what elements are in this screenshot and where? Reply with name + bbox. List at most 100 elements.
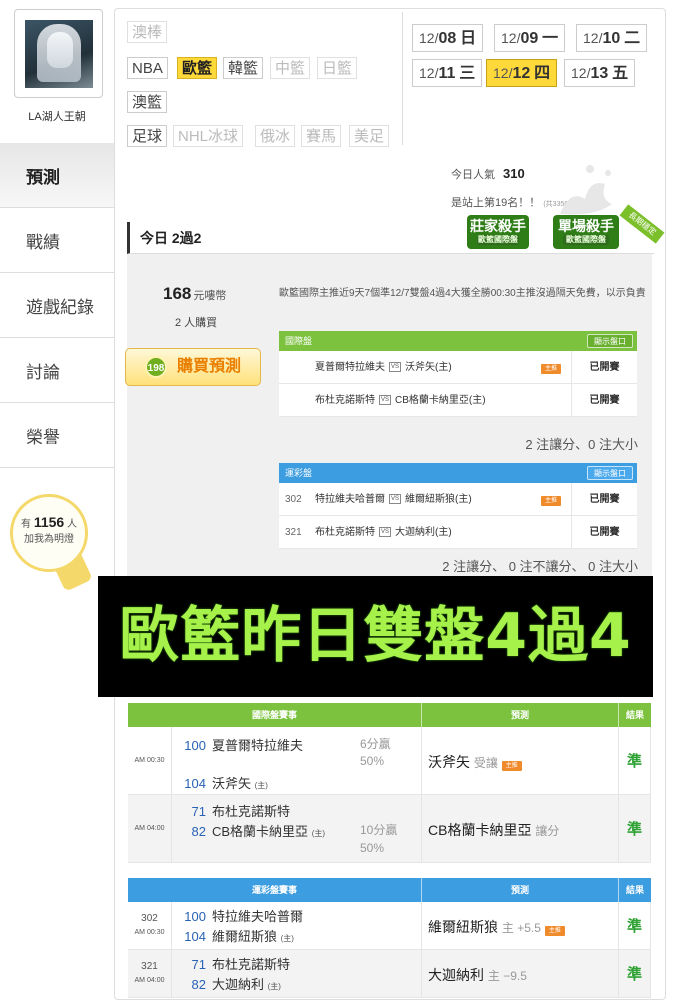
lottery-pan: 運彩盤 顯示盤口 302 特拉維夫哈普爾 VS 維爾紐斯狼(主) 主推 已開賽 32… xyxy=(279,463,637,549)
date-1208[interactable]: 12/08 日 xyxy=(412,24,484,52)
date-1212[interactable]: 12/12 四 xyxy=(486,59,558,87)
intl-show-odds-button[interactable]: 顯示盤口 xyxy=(587,334,633,348)
coin-icon: 198 xyxy=(144,355,167,378)
fans-count: 1156 xyxy=(33,514,65,530)
date-selector: 12/08 日 12/09 一 12/10 二 12/11 三 12/12 四 … xyxy=(402,12,664,145)
pick: 維爾紐斯狼 xyxy=(428,919,498,935)
result-hit: 準 xyxy=(619,950,651,997)
team-home: 大迦納利 xyxy=(212,977,265,992)
follow-lightbulb[interactable]: 有 1156 人 加我為明燈 xyxy=(10,494,88,572)
featured-tag: 主推 xyxy=(544,926,565,936)
lottery-match-row: 302 特拉維夫哈普爾 VS 維爾紐斯狼(主) 主推 已開賽 xyxy=(279,483,637,516)
vs-icon: VS xyxy=(389,362,402,373)
table-row: AM 00:30 100 夏普爾特拉維夫 104 沃斧矢 (主) 6分贏 50% 沃… xyxy=(128,727,651,795)
nav-record[interactable]: 戰績 xyxy=(0,208,114,273)
intl-match-row: 布杜克諾斯特 VS CB格蘭卡納里亞(主) 已開賽 xyxy=(279,384,637,417)
pick: 沃斧矢 xyxy=(428,754,470,770)
sport-aus-basketball[interactable]: 澳籃 xyxy=(127,91,168,113)
team-away: 布杜克諾斯特 xyxy=(212,804,291,819)
team-home: 沃斧矢 xyxy=(212,776,252,791)
lottery-result-table: 運彩盤賽事 預測 結果 302 AM 00:30 100 特拉維夫哈普爾 104 維爾… xyxy=(128,878,651,998)
splash-decoration-icon xyxy=(560,165,612,215)
intl-result-table: 國際盤賽事 預測 結果 AM 00:30 100 夏普爾特拉維夫 104 沃斧矢 (… xyxy=(128,703,651,863)
username[interactable]: LA湖人王朝 xyxy=(0,108,114,124)
nav-predict[interactable]: 預測 xyxy=(0,143,114,208)
match-number: 321 xyxy=(141,960,158,972)
team-home: CB格蘭卡納里亞 xyxy=(212,824,309,839)
col-result: 結果 xyxy=(625,710,644,720)
fans-suffix: 人 xyxy=(66,519,77,530)
handicap-pct: 50% xyxy=(360,754,385,768)
sport-euro-basketball[interactable]: 歐籃 xyxy=(177,57,218,79)
sport-china-basketball[interactable]: 中籃 xyxy=(270,57,311,79)
vs-icon: VS xyxy=(379,527,392,538)
fans-prefix: 有 xyxy=(21,519,32,530)
buy-prediction-button[interactable]: 198 購買預測 xyxy=(125,348,261,386)
sport-football[interactable]: 足球 xyxy=(127,125,168,147)
date-1210[interactable]: 12/10 二 xyxy=(576,24,648,52)
prediction-card: 168 元嘍幣 2 人購買 198 購買預測 歐籃國際主推近9天7個準12/7雙盤4… xyxy=(125,254,652,589)
col-match: 運彩盤賽事 xyxy=(128,878,422,902)
featured-tag: 主推 xyxy=(501,761,522,771)
table-row: 302 AM 00:30 100 特拉維夫哈普爾 104 維爾紐斯狼 (主) 維爾紐斯… xyxy=(128,902,651,950)
promo-banner: 歐籃昨日雙盤4過4 xyxy=(98,576,653,697)
handicap-line: 6分贏 xyxy=(360,737,391,751)
lottery-summary: 2 注讓分、 0 注不讓分、 0 注大小 xyxy=(442,559,638,574)
match-status: 已開賽 xyxy=(571,516,637,549)
table-row: AM 04:00 71 布杜克諾斯特 82 CB格蘭卡納里亞 (主) 10分贏 50… xyxy=(128,795,651,863)
pick: CB格蘭卡納里亞 xyxy=(428,822,532,838)
match-number: 302 xyxy=(141,912,158,924)
nav-honor[interactable]: 榮譽 xyxy=(0,403,114,468)
sport-korea-basketball[interactable]: 韓籃 xyxy=(223,57,264,79)
sport-japan-basketball[interactable]: 日籃 xyxy=(317,57,358,79)
handicap-pct: 50% xyxy=(360,841,385,855)
intl-summary: 2 注讓分、0 注大小 xyxy=(525,437,638,452)
sport-aus-baseball[interactable]: 澳棒 xyxy=(127,21,168,43)
follow-label: 加我為明燈 xyxy=(24,534,74,545)
nav-discussion[interactable]: 討論 xyxy=(0,338,114,403)
sport-nhl[interactable]: NHL冰球 xyxy=(173,125,244,147)
sport-russia-hockey[interactable]: 俄冰 xyxy=(255,125,296,147)
badge-bookmaker-killer[interactable]: 莊家殺手 歐籃國際盤 xyxy=(467,215,529,249)
match-status: 已開賽 xyxy=(571,384,637,417)
match-time: AM 04:00 xyxy=(128,795,172,862)
sport-american-football[interactable]: 美足 xyxy=(349,125,390,147)
lottery-pan-title: 運彩盤 xyxy=(285,468,313,478)
price: 168 元嘍幣 xyxy=(163,284,227,303)
date-1209[interactable]: 12/09 一 xyxy=(494,24,566,52)
main-panel: 澳棒 NBA 歐籃 韓籃 中籃 日籃 澳籃 足球 NHL冰球 俄冰 賽馬 美足 … xyxy=(114,8,666,1000)
col-match: 國際盤賽事 xyxy=(128,703,422,727)
popularity: 今日人氣 310 xyxy=(451,166,525,181)
col-prediction: 預測 xyxy=(422,878,619,902)
prediction-description: 歐籃國際主推近9天7個準12/7雙盤4過4大獲全勝00:30主推沒過隔天免費，以… xyxy=(279,288,646,299)
result-hit: 準 xyxy=(619,902,651,949)
result-hit: 準 xyxy=(619,795,651,862)
team-away: 布杜克諾斯特 xyxy=(212,957,291,972)
nav-game-log[interactable]: 遊戲紀錄 xyxy=(0,273,114,338)
avatar-frame[interactable] xyxy=(14,9,103,98)
team-away: 特拉維夫哈普爾 xyxy=(212,909,304,924)
col-result: 結果 xyxy=(625,885,644,895)
match-time: AM 04:00 xyxy=(134,976,165,984)
pick: 大迦納利 xyxy=(428,967,484,983)
intl-pan: 國際盤 顯示盤口 夏普爾特拉維夫 VS 沃斧矢(主) 主推 已開賽 布杜克諾斯特 VS… xyxy=(279,331,637,417)
team-home: 維爾紐斯狼 xyxy=(212,929,278,944)
lottery-show-odds-button[interactable]: 顯示盤口 xyxy=(587,466,633,480)
buyers-count: 2 人購買 xyxy=(175,317,218,329)
date-1213[interactable]: 12/13 五 xyxy=(564,59,636,87)
sport-nba[interactable]: NBA xyxy=(127,57,168,79)
featured-tag: 主推 xyxy=(540,364,561,374)
table-row: 321 AM 04:00 71 布杜克諾斯特 82 大迦納利 (主) 大迦納利 主 −… xyxy=(128,950,651,998)
sport-horse-racing[interactable]: 賽馬 xyxy=(301,125,342,147)
team-away: 夏普爾特拉維夫 xyxy=(212,738,304,753)
popularity-value: 310 xyxy=(503,166,525,181)
handicap-line: 10分贏 xyxy=(360,823,398,837)
date-1211[interactable]: 12/11 三 xyxy=(412,59,483,87)
badge-single-killer[interactable]: 單場殺手 歐籃國際盤 xyxy=(553,215,619,249)
avatar[interactable] xyxy=(25,20,93,88)
sidebar: LA湖人王朝 預測 戰績 遊戲紀錄 討論 榮譽 有 1156 人 加我為明燈 xyxy=(0,0,114,1000)
vs-icon: VS xyxy=(389,494,402,505)
intl-match-row: 夏普爾特拉維夫 VS 沃斧矢(主) 主推 已開賽 xyxy=(279,351,637,384)
col-prediction: 預測 xyxy=(422,703,619,727)
featured-tag: 主推 xyxy=(540,496,561,506)
